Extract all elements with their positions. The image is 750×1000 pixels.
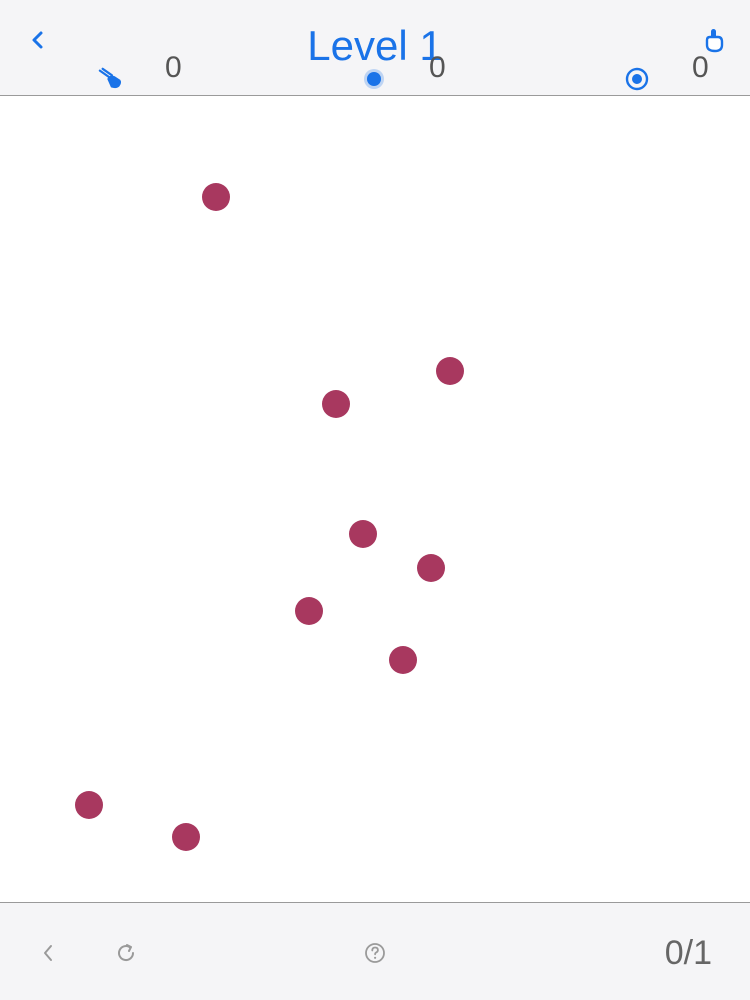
game-dot[interactable] [389, 646, 417, 674]
swipe-hand-icon [98, 66, 124, 92]
chevron-left-icon [44, 945, 52, 961]
game-dot[interactable] [349, 520, 377, 548]
game-board[interactable] [0, 96, 750, 902]
targets-count: 0 [692, 51, 709, 84]
bottom-toolbar: 0/1 [0, 902, 750, 1000]
help-icon [365, 943, 385, 963]
game-dot[interactable] [436, 357, 464, 385]
target-icon [624, 66, 650, 92]
swipes-count: 0 [165, 51, 182, 84]
game-dot[interactable] [75, 791, 103, 819]
game-dot[interactable] [295, 597, 323, 625]
dots-count: 0 [429, 51, 446, 84]
blue-dot-icon [361, 66, 387, 92]
restart-icon [118, 944, 135, 962]
level-progress: 0/1 [664, 934, 712, 972]
game-dot[interactable] [172, 823, 200, 851]
restart-button[interactable] [112, 939, 140, 967]
game-dot[interactable] [417, 554, 445, 582]
game-dot[interactable] [202, 183, 230, 211]
help-button[interactable] [361, 939, 389, 967]
previous-button[interactable] [34, 939, 62, 967]
game-dot[interactable] [322, 390, 350, 418]
top-bar: Level 1 0 0 0 [0, 0, 750, 96]
level-title: Level 1 [307, 22, 443, 69]
